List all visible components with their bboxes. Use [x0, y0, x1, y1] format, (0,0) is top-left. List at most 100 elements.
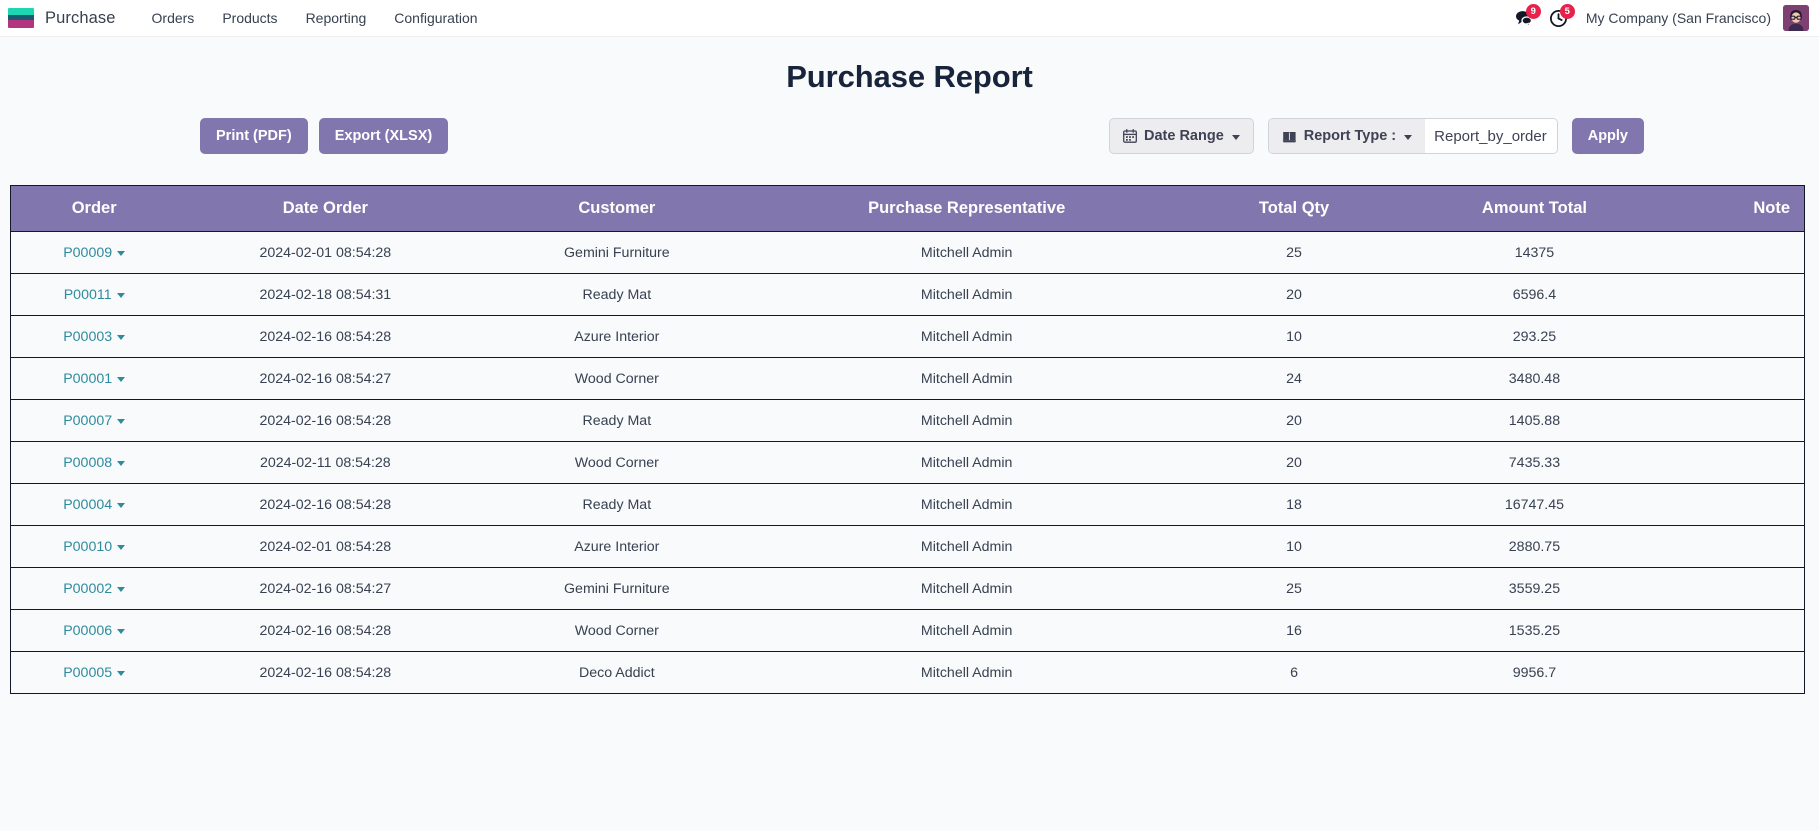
cell-customer: Ready Mat — [473, 484, 760, 526]
cell-date-order: 2024-02-16 08:54:28 — [177, 652, 473, 694]
cell-note — [1654, 274, 1805, 316]
cell-date-order: 2024-02-16 08:54:27 — [177, 568, 473, 610]
cell-order: P00005 — [11, 652, 178, 694]
cell-amount-total: 3559.25 — [1415, 568, 1654, 610]
user-avatar-icon — [1783, 5, 1809, 31]
cell-total-qty: 18 — [1173, 484, 1415, 526]
order-dropdown-caret-icon[interactable] — [117, 251, 125, 256]
cell-customer: Ready Mat — [473, 274, 760, 316]
order-link[interactable]: P00011 — [64, 287, 112, 303]
table-row: P000092024-02-01 08:54:28Gemini Furnitur… — [11, 232, 1805, 274]
main-menu: Orders Products Reporting Configuration — [138, 4, 492, 32]
chevron-down-icon — [1404, 135, 1412, 140]
table-row: P00004 2024-02-16 08:54:28Ready MatMitche… — [11, 484, 1805, 526]
order-dropdown-caret-icon[interactable] — [117, 629, 125, 634]
order-dropdown-caret-icon[interactable] — [117, 419, 125, 424]
order-dropdown-caret-icon[interactable] — [117, 377, 125, 382]
cell-order: P00011 — [11, 274, 178, 316]
nav-item-reporting[interactable]: Reporting — [292, 4, 381, 32]
filter-controls: Date Range Report Type : — [1109, 118, 1644, 154]
apply-button[interactable]: Apply — [1572, 118, 1644, 154]
table-row: P00002 2024-02-16 08:54:27Gemini Furnitur… — [11, 568, 1805, 610]
table-row: P000012024-02-16 08:54:27Wood CornerMitc… — [11, 358, 1805, 400]
cell-order: P00003 — [11, 316, 178, 358]
odoo-logo-icon — [8, 8, 34, 28]
order-link[interactable]: P00005 — [63, 665, 112, 681]
cell-customer: Wood Corner — [473, 358, 760, 400]
cell-purchase-representative: Mitchell Admin — [760, 274, 1173, 316]
export-xlsx-button[interactable]: Export (XLSX) — [319, 118, 448, 154]
cell-date-order: 2024-02-11 08:54:28 — [177, 442, 473, 484]
order-dropdown-caret-icon[interactable] — [117, 545, 125, 550]
cell-total-qty: 16 — [1173, 610, 1415, 652]
nav-item-configuration[interactable]: Configuration — [380, 4, 491, 32]
navbar-right-tools: 9 5 My Company (San Francisco) — [1508, 3, 1809, 33]
report-type-group: Report Type : Report_by_order — [1268, 118, 1558, 154]
cell-purchase-representative: Mitchell Admin — [760, 568, 1173, 610]
table-row: P000052024-02-16 08:54:28Deco AddictMitc… — [11, 652, 1805, 694]
cell-total-qty: 10 — [1173, 316, 1415, 358]
table-row: P000102024-02-01 08:54:28Azure InteriorM… — [11, 526, 1805, 568]
cell-order: P00010 — [11, 526, 178, 568]
calendar-icon — [1123, 129, 1137, 143]
date-range-label: Date Range — [1144, 128, 1224, 144]
cell-amount-total: 16747.45 — [1415, 484, 1654, 526]
report-type-value[interactable]: Report_by_order — [1425, 119, 1557, 153]
order-dropdown-caret-icon[interactable] — [117, 335, 125, 340]
cell-total-qty: 24 — [1173, 358, 1415, 400]
order-link[interactable]: P00006 — [63, 623, 112, 639]
cell-total-qty: 25 — [1173, 232, 1415, 274]
cell-total-qty: 10 — [1173, 526, 1415, 568]
order-link[interactable]: P00009 — [63, 245, 112, 261]
cell-note — [1654, 316, 1805, 358]
table-row: P000082024-02-11 08:54:28Wood CornerMitc… — [11, 442, 1805, 484]
report-toolbar: Print (PDF) Export (XLSX) — [0, 95, 1819, 164]
cell-purchase-representative: Mitchell Admin — [760, 316, 1173, 358]
company-switcher[interactable]: My Company (San Francisco) — [1576, 10, 1783, 26]
cell-purchase-representative: Mitchell Admin — [760, 610, 1173, 652]
purchase-report-table: Order Date Order Customer Purchase Repre… — [10, 185, 1805, 694]
column-header-purchase-representative[interactable]: Purchase Representative — [760, 186, 1173, 232]
report-type-dropdown[interactable]: Report Type : — [1269, 119, 1425, 153]
order-link[interactable]: P00010 — [63, 539, 112, 555]
cell-purchase-representative: Mitchell Admin — [760, 400, 1173, 442]
order-link[interactable]: P00001 — [63, 371, 112, 387]
page-content: Purchase Report Print (PDF) Export (XLSX… — [0, 37, 1819, 694]
cell-purchase-representative: Mitchell Admin — [760, 484, 1173, 526]
cell-note — [1654, 610, 1805, 652]
column-header-amount-total[interactable]: Amount Total — [1415, 186, 1654, 232]
column-header-note[interactable]: Note — [1654, 186, 1805, 232]
column-header-date-order[interactable]: Date Order — [177, 186, 473, 232]
cell-customer: Gemini Furniture — [473, 568, 760, 610]
activities-button[interactable]: 5 — [1542, 3, 1576, 33]
table-body: P000092024-02-01 08:54:28Gemini Furnitur… — [11, 232, 1805, 694]
order-dropdown-caret-icon[interactable] — [117, 503, 125, 508]
order-dropdown-caret-icon[interactable] — [117, 587, 125, 592]
table-header-row: Order Date Order Customer Purchase Repre… — [11, 186, 1805, 232]
order-link[interactable]: P00004 — [63, 497, 112, 513]
column-header-order[interactable]: Order — [11, 186, 178, 232]
nav-item-orders[interactable]: Orders — [138, 4, 209, 32]
messages-button[interactable]: 9 — [1508, 3, 1542, 33]
print-pdf-button[interactable]: Print (PDF) — [200, 118, 308, 154]
order-link[interactable]: P00008 — [63, 455, 112, 471]
order-link[interactable]: P00007 — [63, 413, 112, 429]
page-title: Purchase Report — [0, 37, 1819, 95]
order-dropdown-caret-icon[interactable] — [117, 461, 125, 466]
order-link[interactable]: P00003 — [63, 329, 112, 345]
order-link[interactable]: P00002 — [63, 581, 112, 597]
column-header-total-qty[interactable]: Total Qty — [1173, 186, 1415, 232]
brand-home-link[interactable]: Purchase — [8, 8, 116, 28]
cell-date-order: 2024-02-16 08:54:28 — [177, 484, 473, 526]
date-range-dropdown[interactable]: Date Range — [1109, 118, 1254, 154]
cell-customer: Deco Addict — [473, 652, 760, 694]
avatar[interactable] — [1783, 5, 1809, 31]
order-dropdown-caret-icon[interactable] — [117, 293, 125, 298]
cell-date-order: 2024-02-16 08:54:27 — [177, 358, 473, 400]
table-row: P000062024-02-16 08:54:28Wood CornerMitc… — [11, 610, 1805, 652]
cell-date-order: 2024-02-16 08:54:28 — [177, 400, 473, 442]
order-dropdown-caret-icon[interactable] — [117, 671, 125, 676]
column-header-customer[interactable]: Customer — [473, 186, 760, 232]
nav-item-products[interactable]: Products — [208, 4, 291, 32]
cell-customer: Gemini Furniture — [473, 232, 760, 274]
